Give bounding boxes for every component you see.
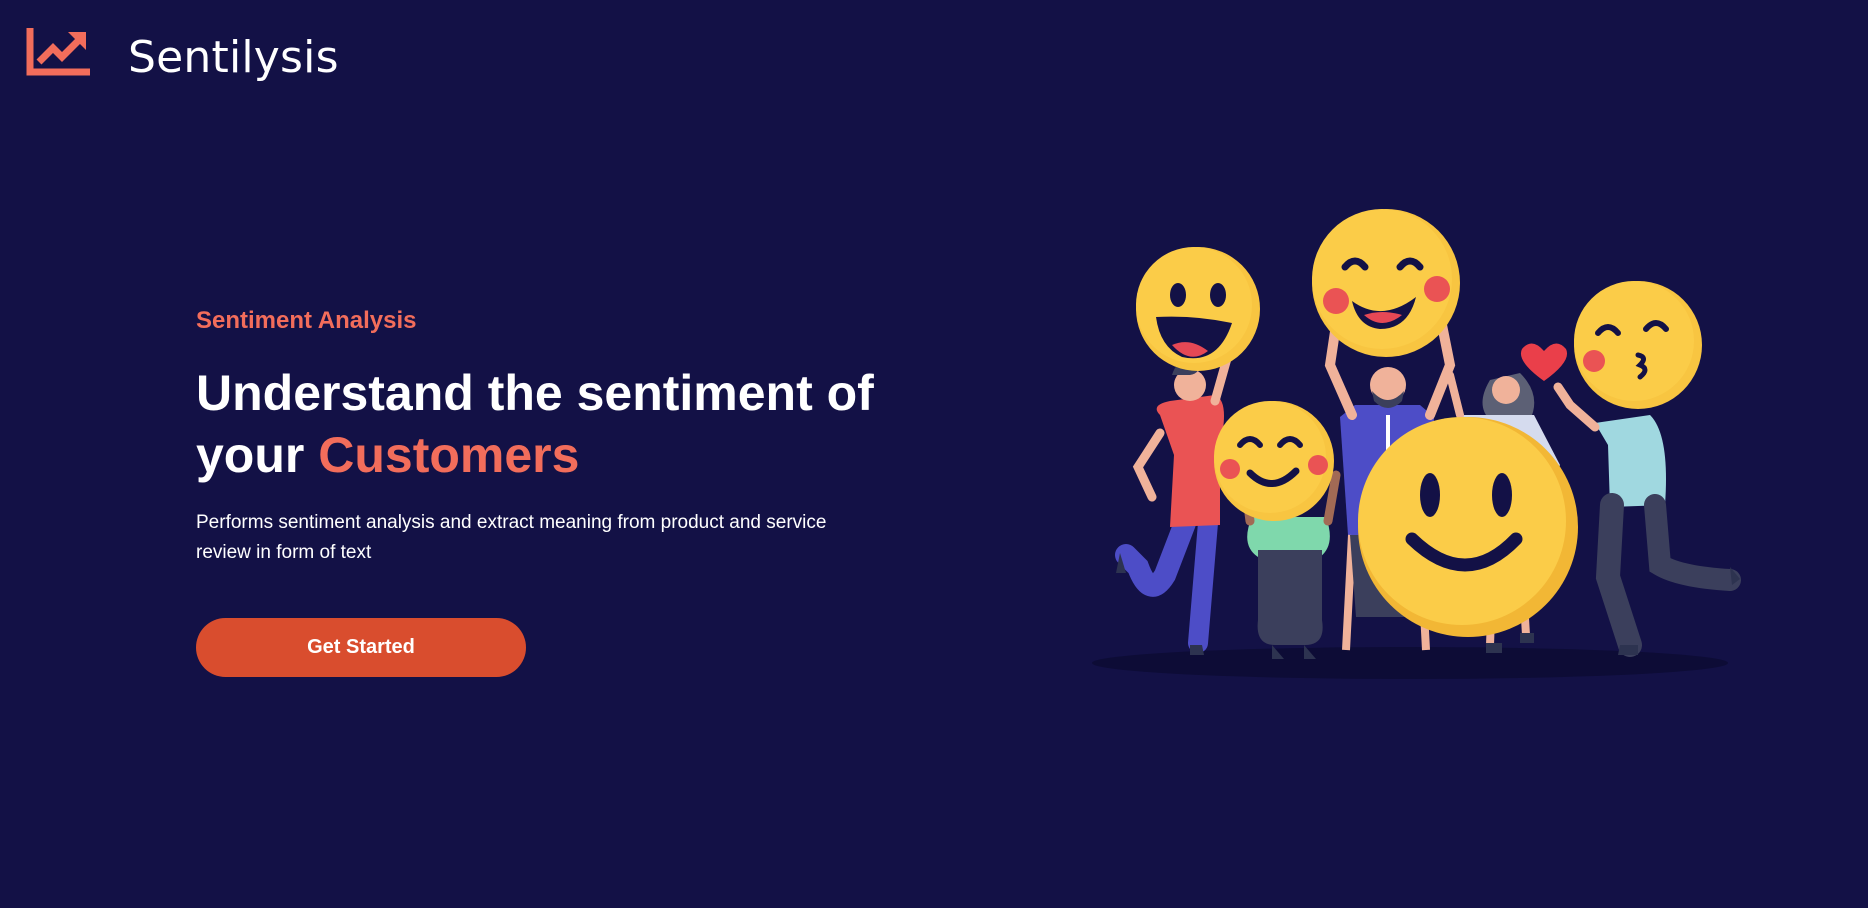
big-smile-emoji-face: [1358, 417, 1578, 637]
kissing-emoji-face: [1574, 281, 1702, 409]
laughing-emoji-face: [1136, 247, 1260, 371]
person-red-shirt: [1115, 318, 1233, 655]
trending-up-chart-icon: [26, 28, 90, 76]
headline-accent: Customers: [318, 427, 580, 483]
hero-description: Performs sentiment analysis and extract …: [196, 512, 827, 563]
brand-name: Sentilysis: [128, 32, 339, 83]
hero-section: Sentiment Analysis Understand the sentim…: [196, 306, 916, 677]
hero-headline: Understand the sentiment of your Custome…: [196, 362, 916, 486]
small-smile-emoji-face: [1214, 401, 1334, 521]
blushing-smile-emoji-face: [1312, 209, 1460, 357]
landing-page: Sentilysis Sentiment Analysis Understand…: [0, 0, 1868, 908]
logo-link[interactable]: [26, 28, 90, 76]
people-holding-emoji-faces-illustration: [1092, 209, 1741, 679]
get-started-button[interactable]: Get Started: [196, 618, 526, 677]
hero-eyebrow: Sentiment Analysis: [196, 307, 417, 334]
